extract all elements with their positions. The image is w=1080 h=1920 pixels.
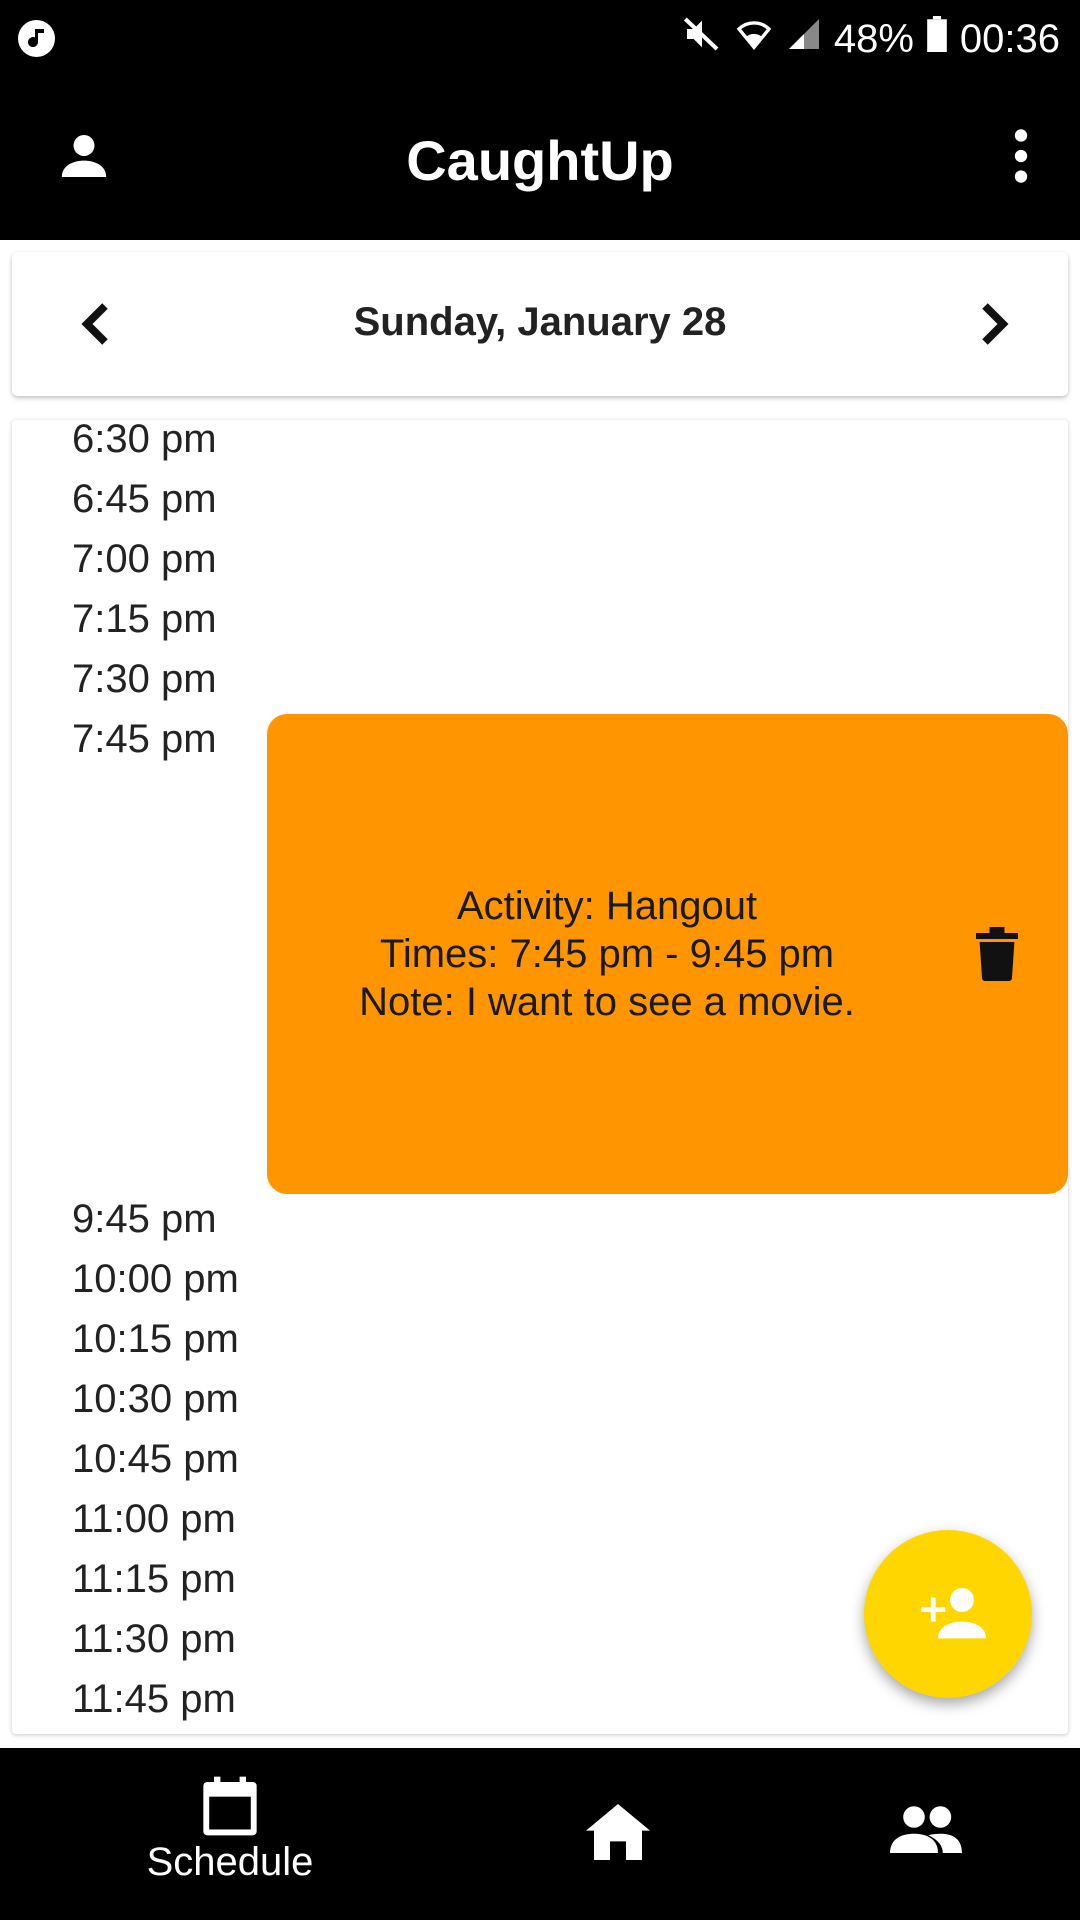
mute-icon bbox=[682, 14, 722, 64]
nav-schedule-label: Schedule bbox=[146, 1840, 314, 1884]
time-slot[interactable]: 7:00 pm bbox=[72, 534, 217, 584]
nav-schedule[interactable]: Schedule bbox=[120, 1748, 340, 1920]
more-vert-icon[interactable] bbox=[1006, 128, 1036, 184]
clock: 00:36 bbox=[959, 16, 1060, 61]
trash-icon[interactable] bbox=[976, 926, 1018, 982]
wifi-icon bbox=[734, 14, 774, 64]
time-slot[interactable]: 11:45 pm bbox=[72, 1674, 236, 1724]
time-slot[interactable]: 11:15 pm bbox=[72, 1554, 236, 1604]
signal-icon bbox=[786, 16, 822, 62]
time-slot[interactable]: 10:15 pm bbox=[72, 1314, 239, 1364]
event-details: Activity: Hangout Times: 7:45 pm - 9:45 … bbox=[267, 882, 947, 1026]
event-times: Times: 7:45 pm - 9:45 pm bbox=[379, 932, 835, 976]
add-person-icon bbox=[921, 1588, 986, 1639]
event-note: Note: I want to see a movie. bbox=[359, 980, 855, 1024]
time-slot[interactable]: 10:45 pm bbox=[72, 1434, 239, 1484]
time-slot[interactable]: 10:30 pm bbox=[72, 1374, 239, 1424]
schedule-list[interactable]: 6:30 pm 6:45 pm 7:00 pm 7:15 pm 7:30 pm … bbox=[12, 420, 1068, 1734]
time-slot[interactable]: 11:00 pm bbox=[72, 1494, 236, 1544]
time-slot[interactable]: 9:45 pm bbox=[72, 1194, 217, 1244]
time-slot[interactable]: 10:00 pm bbox=[72, 1254, 239, 1304]
time-slot[interactable]: 6:45 pm bbox=[72, 474, 217, 524]
bottom-navigation: Schedule bbox=[0, 1748, 1080, 1920]
time-slot[interactable]: 7:15 pm bbox=[72, 594, 217, 644]
app-bar: CaughtUp bbox=[0, 78, 1080, 240]
date-navigator: Sunday, January 28 bbox=[12, 252, 1068, 396]
nav-home[interactable] bbox=[580, 1748, 660, 1920]
chevron-right-icon[interactable] bbox=[976, 300, 1012, 348]
time-slot[interactable]: 7:30 pm bbox=[72, 654, 217, 704]
event-card[interactable]: Activity: Hangout Times: 7:45 pm - 9:45 … bbox=[267, 714, 1068, 1194]
calendar-icon bbox=[203, 1776, 257, 1836]
status-bar: 48% 00:36 bbox=[0, 0, 1080, 78]
group-icon bbox=[890, 1806, 962, 1853]
nav-friends[interactable] bbox=[880, 1748, 970, 1920]
app-title: CaughtUp bbox=[406, 129, 674, 192]
music-icon bbox=[18, 20, 55, 57]
add-friend-button[interactable] bbox=[864, 1530, 1032, 1698]
time-slot[interactable]: 7:45 pm bbox=[72, 714, 217, 764]
time-slot[interactable]: 11:30 pm bbox=[72, 1614, 236, 1664]
battery-icon bbox=[926, 16, 948, 62]
current-date: Sunday, January 28 bbox=[353, 300, 727, 344]
battery-percent: 48% bbox=[833, 16, 914, 61]
event-activity: Activity: Hangout bbox=[456, 884, 758, 928]
home-icon bbox=[586, 1804, 650, 1860]
time-slot[interactable]: 6:30 pm bbox=[72, 420, 217, 464]
